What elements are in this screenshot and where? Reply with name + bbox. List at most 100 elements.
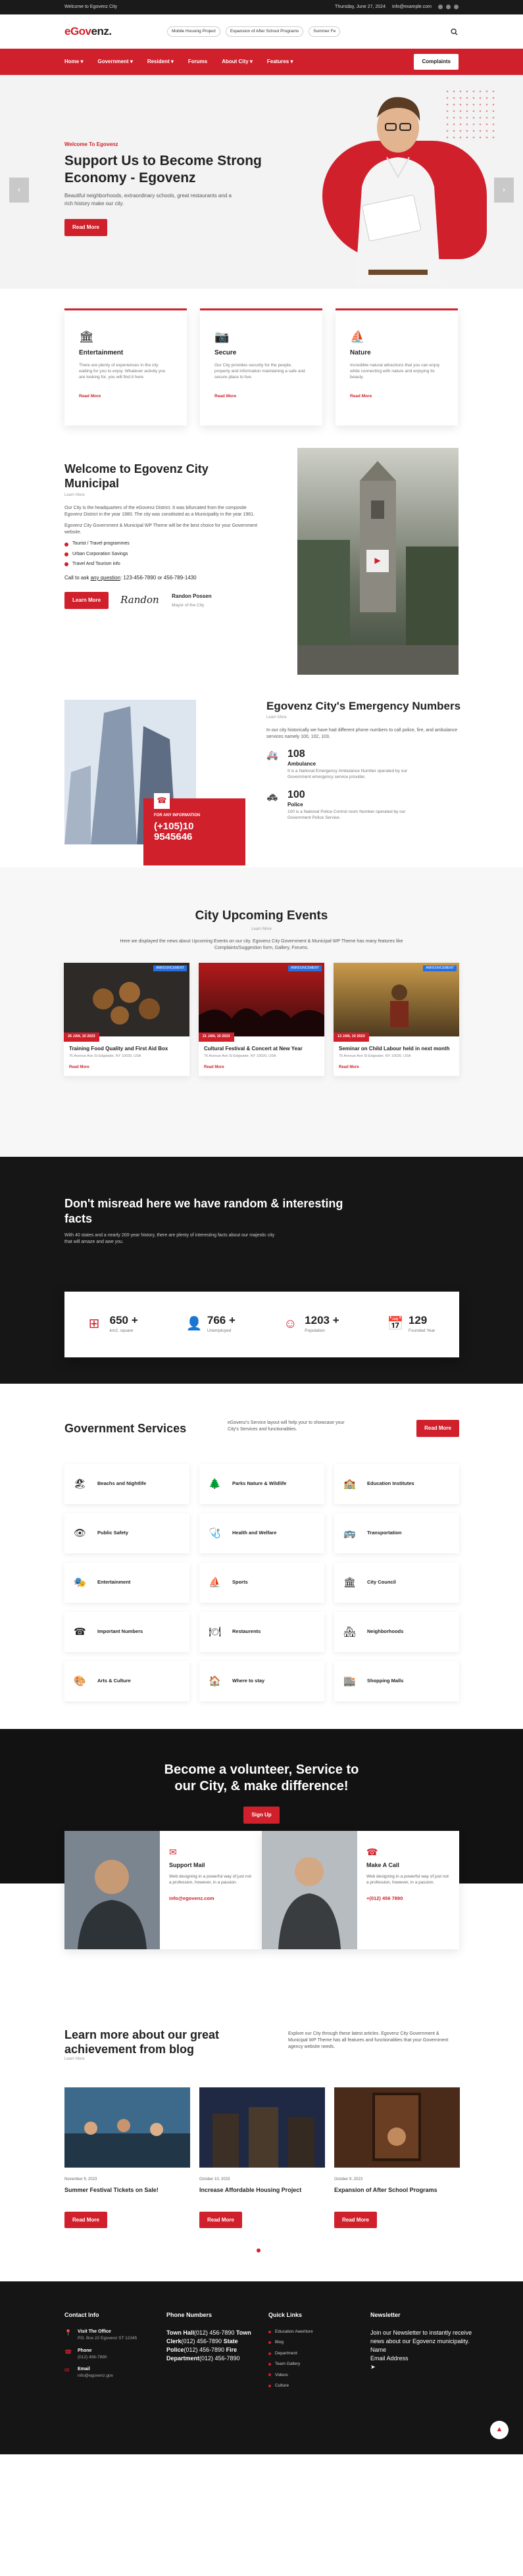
service-item[interactable]: 🏬 Shopping Malls — [334, 1661, 459, 1701]
event-card[interactable]: ANNOUNCEMENT 21 JAN, 10 2023 Cultural Fe… — [199, 962, 324, 1076]
events-list: ANNOUNCEMENT 26 JAN, 10 2023 Training Fo… — [0, 962, 523, 1076]
service-item[interactable]: 🏫 Education Institutes — [334, 1464, 459, 1504]
nav-item-government[interactable]: Government ▾ — [97, 58, 132, 66]
welcome-content: Welcome to Egovenz City Municipal Learn … — [64, 462, 259, 610]
newsletter-email-input[interactable]: Email Address — [370, 2354, 472, 2363]
nav-item-forums[interactable]: Forums — [188, 58, 207, 66]
service-item[interactable]: 🌲 Parks Nature & Wildlife — [199, 1464, 324, 1504]
mail-icon: ✉ — [169, 1847, 177, 1857]
info-number[interactable]: (+105)10 9545646 — [154, 821, 235, 843]
ticker-item[interactable]: Expansion of After School Programs — [225, 26, 304, 37]
feature-read-more-link[interactable]: Read More — [79, 394, 101, 399]
stats-bar: ⊞ 650 + km2, square 👤 766 + Unemployed ☺ 1203… — [64, 1292, 459, 1357]
top-bar: Welcome to Egovenz City Thursday, June 2… — [0, 0, 523, 14]
blog-post-title[interactable]: Summer Festival Tickets on Sale! — [64, 2187, 190, 2202]
feature-read-more-link[interactable]: Read More — [214, 394, 236, 399]
service-item[interactable]: 👁 Public Safety — [64, 1513, 189, 1553]
hero-read-more-button[interactable]: Read More — [64, 219, 107, 236]
search-icon[interactable] — [449, 27, 459, 36]
footer-link[interactable]: Education Aweritore — [268, 2329, 370, 2335]
footer-link[interactable]: Videos — [268, 2372, 370, 2378]
email-link[interactable]: info@example.com — [392, 4, 432, 11]
calendar-icon: 📅 — [387, 1317, 404, 1332]
event-read-more-link[interactable]: Read More — [339, 1065, 359, 1069]
contact-label: Phone — [78, 2348, 92, 2353]
contact-value[interactable]: (012) 456-7890 — [78, 2354, 107, 2360]
nav-item-home[interactable]: Home ▾ — [64, 58, 83, 66]
service-item[interactable]: 🎭 Entertainment — [64, 1563, 189, 1603]
pagination-dot[interactable] — [257, 2248, 261, 2252]
phone-icon: ☎ — [64, 2348, 72, 2355]
feature-title: Nature — [350, 349, 371, 356]
event-tag: ANNOUNCEMENT — [423, 965, 457, 971]
footer-link[interactable]: Blog — [268, 2339, 370, 2345]
event-card[interactable]: ANNOUNCEMENT 13 JAN, 10 2023 Seminar on … — [334, 962, 459, 1076]
site-logo[interactable]: eGovenz. — [64, 24, 157, 40]
service-item[interactable]: 🚌 Transportation — [334, 1513, 459, 1553]
emergency-item-ambulance: 🚑 108 Ambulance It is a National Emergen… — [266, 748, 464, 780]
footer-link[interactable]: Culture — [268, 2383, 370, 2389]
support-phone-link[interactable]: +(012) 456 7890 — [366, 1895, 403, 1901]
service-item[interactable]: 🩺 Health and Welfare — [199, 1513, 324, 1553]
sign-up-button[interactable]: Sign Up — [243, 1807, 280, 1824]
event-read-more-link[interactable]: Read More — [69, 1065, 89, 1069]
linkedin-icon[interactable] — [454, 5, 459, 10]
scroll-to-top-icon[interactable]: ▲ — [490, 2421, 509, 2439]
blog-read-more-button[interactable]: Read More — [64, 2211, 107, 2229]
phone-label[interactable]: Town Hall — [166, 2329, 194, 2336]
services-read-more-button[interactable]: Read More — [416, 1420, 459, 1437]
question-link[interactable]: any question — [91, 575, 120, 581]
complaints-button[interactable]: Complaints — [414, 54, 459, 70]
phone-value: (012) 456-7890 — [199, 2355, 240, 2362]
nav-item-features[interactable]: Features ▾ — [267, 58, 293, 66]
event-title[interactable]: Seminar on Child Labour held in next mon… — [339, 1046, 454, 1052]
blog-post-title[interactable]: Increase Affordable Housing Project — [199, 2187, 325, 2202]
footer-heading: Newsletter — [370, 2312, 401, 2318]
blog-card: November 9, 2023 Summer Festival Tickets… — [64, 2087, 190, 2229]
footer-heading: Phone Numbers — [166, 2312, 212, 2318]
call-person-image — [262, 1831, 357, 1949]
top-bar-right: Thursday, June 27, 2024 info@example.com — [335, 4, 459, 11]
city-video-thumbnail[interactable]: ▶ — [297, 448, 459, 675]
blog-read-more-button[interactable]: Read More — [199, 2211, 242, 2229]
learn-more-button[interactable]: Learn More — [64, 592, 109, 610]
feature-card-secure: 📷 Secure Our City provides security for … — [200, 308, 322, 425]
feature-read-more-link[interactable]: Read More — [350, 394, 372, 399]
nav-item-about-city[interactable]: About City ▾ — [222, 58, 253, 66]
newsletter-name-input[interactable]: Name — [370, 2346, 472, 2354]
blog-read-more-button[interactable]: Read More — [334, 2211, 377, 2229]
nav-menu: Home ▾ Government ▾ Resident ▾ Forums Ab… — [64, 58, 293, 66]
footer-link[interactable]: Team Gallery — [268, 2361, 370, 2367]
event-title[interactable]: Training Food Quality and First Aid Box — [69, 1046, 184, 1052]
support-email-link[interactable]: info@egovenz.com — [169, 1895, 214, 1901]
event-title[interactable]: Cultural Festival & Concert at New Year — [204, 1046, 319, 1052]
blog-text: Explore our City through these latest ar… — [288, 2031, 449, 2050]
play-icon[interactable]: ▶ — [366, 550, 389, 572]
slider-prev-button[interactable]: ‹ — [9, 178, 29, 203]
ticker-item[interactable]: Summer Fe — [309, 26, 341, 37]
contact-value[interactable]: info@egovenz.gov — [78, 2373, 113, 2379]
footer-link[interactable]: Department — [268, 2350, 370, 2356]
send-icon[interactable]: ➤ — [370, 2363, 472, 2371]
service-item[interactable]: 🏠 Where to stay — [199, 1661, 324, 1701]
blog-post-title[interactable]: Expansion of After School Programs — [334, 2187, 460, 2202]
event-card[interactable]: ANNOUNCEMENT 26 JAN, 10 2023 Training Fo… — [64, 962, 189, 1076]
feature-text: Our City provides security for the peopl… — [214, 362, 305, 380]
phone-icon: ☎ — [366, 1847, 378, 1857]
service-item[interactable]: 🏖 Beachs and Nightlife — [64, 1464, 189, 1504]
service-item[interactable]: 🍽 Restaurents — [199, 1612, 324, 1652]
twitter-icon[interactable] — [446, 5, 451, 10]
mail-icon: ✉ — [64, 2367, 70, 2374]
service-item[interactable]: 🎨 Arts & Culture — [64, 1661, 189, 1701]
slider-next-button[interactable]: › — [494, 178, 514, 203]
service-item[interactable]: ⛵ Sports — [199, 1563, 324, 1603]
ticker-item[interactable]: Mobile Housing Project — [167, 26, 220, 37]
event-read-more-link[interactable]: Read More — [204, 1065, 224, 1069]
blog-image — [199, 2087, 325, 2168]
service-item[interactable]: 🏘 Neighborhoods — [334, 1612, 459, 1652]
service-item[interactable]: ☎ Important Numbers — [64, 1612, 189, 1652]
facebook-icon[interactable] — [438, 5, 443, 10]
service-item[interactable]: 🏛 City Council — [334, 1563, 459, 1603]
event-image: ANNOUNCEMENT 13 JAN, 10 2023 — [334, 962, 459, 1042]
nav-item-resident[interactable]: Resident ▾ — [147, 58, 174, 66]
